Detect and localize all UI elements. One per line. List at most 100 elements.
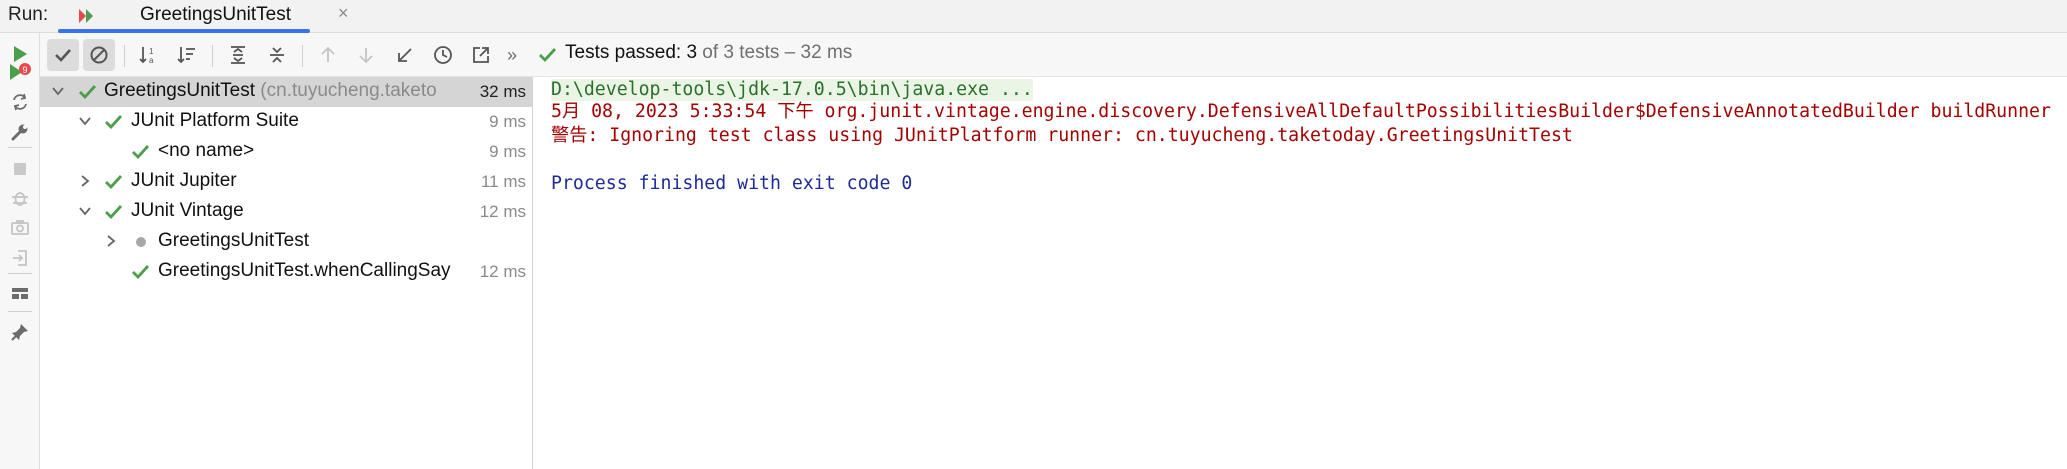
tree-node-label: GreetingsUnitTest (cn.tuyucheng.taketo [104, 80, 437, 102]
import-tests-icon [398, 48, 412, 62]
show-passed-icon [55, 49, 71, 62]
screenshot-icon [11, 220, 29, 235]
more-actions-button[interactable]: » [502, 39, 522, 71]
test-status-summary: Tests passed: 3 of 3 tests – 32 ms [565, 42, 852, 64]
tests-passed-check-icon [538, 45, 558, 70]
tree-node-label: JUnit Vintage [131, 200, 244, 221]
svg-text:9: 9 [22, 65, 27, 75]
rerun-failed-icon: 9 [10, 63, 31, 80]
passed-check-icon [132, 265, 150, 280]
svg-text:1: 1 [149, 47, 154, 56]
history-button[interactable] [427, 39, 459, 71]
passed-check-icon [105, 205, 123, 220]
tree-row[interactable]: GreetingsUnitTest.whenCallingSay 12 ms [40, 257, 532, 287]
debug-button[interactable] [5, 183, 35, 213]
collapse-all-button[interactable] [261, 39, 293, 71]
expand-all-icon [231, 46, 245, 64]
next-failed-button[interactable] [350, 39, 382, 71]
passed-check-icon [105, 175, 123, 190]
tests-total-duration: of 3 tests – 32 ms [697, 42, 853, 63]
toolbar-separator [8, 273, 32, 274]
stop-icon [14, 163, 26, 175]
show-ignored-button[interactable] [83, 39, 115, 71]
collapse-all-icon [270, 47, 284, 63]
tree-row-root[interactable]: GreetingsUnitTest (cn.tuyucheng.taketo 3… [40, 77, 532, 107]
node-name: GreetingsUnitTest [104, 80, 256, 101]
sort-alphabetically-button[interactable]: 1 a [133, 39, 165, 71]
tests-passed-count: Tests passed: 3 [565, 42, 698, 63]
layout-icon [12, 288, 28, 299]
toggle-auto-test-icon [13, 93, 27, 111]
pin-tab-button[interactable] [5, 317, 35, 347]
run-vertical-toolbar: 9 [0, 33, 40, 469]
chevron-down-icon[interactable] [51, 84, 65, 98]
sort-by-duration-button[interactable] [171, 39, 203, 71]
test-results-tree: GreetingsUnitTest (cn.tuyucheng.taketo 3… [40, 77, 533, 469]
pin-icon [11, 324, 28, 341]
toolbar-separator [8, 147, 32, 148]
passed-check-icon [105, 115, 123, 130]
export-tests-icon [473, 47, 489, 63]
run-label: Run: [8, 4, 49, 25]
node-duration: 11 ms [480, 172, 526, 191]
tree-node-label: JUnit Platform Suite [131, 110, 299, 131]
expand-all-button[interactable] [222, 39, 254, 71]
toggle-auto-test-button[interactable] [5, 87, 35, 117]
chevron-down-icon[interactable] [78, 204, 92, 218]
tree-row[interactable]: JUnit Jupiter 11 ms [40, 167, 532, 197]
chevron-right-icon[interactable] [104, 234, 118, 248]
next-failed-icon [359, 48, 373, 64]
more-chevron-icon: » [506, 44, 517, 65]
exit-button[interactable] [5, 243, 35, 273]
chevron-down-icon[interactable] [78, 114, 92, 128]
node-package-hint: (cn.tuyucheng.taketo [255, 80, 437, 101]
node-duration: 9 ms [489, 112, 526, 131]
tree-node-label: <no name> [158, 140, 255, 161]
node-duration: 9 ms [489, 142, 526, 161]
tree-row[interactable]: GreetingsUnitTest [40, 227, 532, 257]
stop-button[interactable] [5, 154, 35, 184]
run-tab-bar: Run: GreetingsUnitTest × [0, 0, 2067, 33]
import-tests-button[interactable] [389, 39, 421, 71]
toolbar-separator [124, 45, 125, 67]
close-tab-icon[interactable]: × [338, 3, 349, 24]
previous-failed-icon [321, 46, 335, 62]
toolbar-separator [302, 45, 303, 67]
ignored-dot-icon [136, 237, 146, 247]
node-duration: 12 ms [479, 202, 526, 221]
console-exit-line: Process finished with exit code 0 [551, 173, 913, 194]
tree-row[interactable]: JUnit Platform Suite 9 ms [40, 107, 532, 137]
console-log-line: 5月 08, 2023 5:33:54 下午 org.junit.vintage… [551, 101, 2051, 122]
test-runner-toolbar: 1 a » Tests passed: 3 of 3 tests – 32 ms [40, 33, 2067, 77]
svg-text:a: a [149, 56, 154, 65]
tree-row[interactable]: <no name> 9 ms [40, 137, 532, 167]
layout-button[interactable] [5, 279, 35, 309]
node-duration: 32 ms [475, 82, 526, 102]
chevron-right-icon[interactable] [78, 174, 92, 188]
junit-run-config-icon [76, 6, 96, 26]
previous-failed-button[interactable] [312, 39, 344, 71]
settings-button[interactable] [5, 117, 35, 147]
screenshot-button[interactable] [5, 213, 35, 243]
tree-node-label: GreetingsUnitTest.whenCallingSay [158, 260, 451, 281]
console-warning-line: 警告: Ignoring test class using JUnitPlatf… [551, 125, 1573, 146]
toolbar-separator [8, 311, 32, 312]
rerun-failed-button[interactable]: 9 [5, 59, 35, 85]
tree-row[interactable]: JUnit Vintage 12 ms [40, 197, 532, 227]
show-passed-button[interactable] [47, 39, 79, 71]
tab-title: GreetingsUnitTest [140, 4, 292, 25]
node-duration: 12 ms [475, 262, 526, 282]
exit-icon [13, 250, 27, 266]
history-icon [434, 46, 452, 64]
tree-node-label: JUnit Jupiter [131, 170, 237, 191]
settings-wrench-icon [11, 124, 28, 141]
toolbar-separator [212, 45, 213, 67]
export-tests-button[interactable] [465, 39, 497, 71]
console-output[interactable]: D:\develop-tools\jdk-17.0.5\bin\java.exe… [533, 77, 2067, 469]
passed-check-icon [132, 145, 150, 160]
debug-disabled-icon [12, 192, 28, 206]
console-command-line: D:\develop-tools\jdk-17.0.5\bin\java.exe… [551, 79, 1033, 101]
sort-alphabetically-icon: 1 a [139, 47, 154, 65]
show-ignored-icon [90, 46, 108, 64]
passed-check-icon [79, 85, 97, 100]
